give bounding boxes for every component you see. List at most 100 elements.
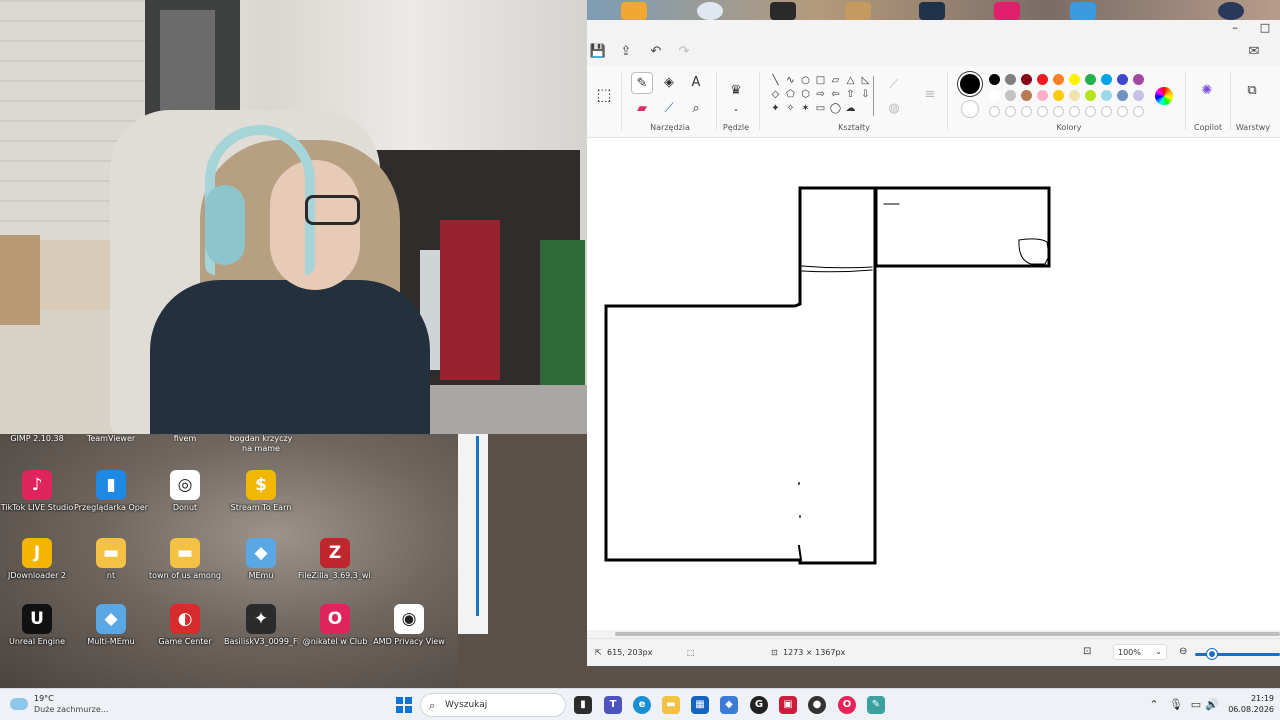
- custom-color-slot[interactable]: [1069, 106, 1080, 117]
- maximize-button[interactable]: □: [1255, 21, 1275, 34]
- color-swatch[interactable]: [989, 90, 1000, 101]
- desktop-shortcut[interactable]: ✦ BasiliskV3_0099_Fi...: [224, 604, 298, 647]
- color-swatch[interactable]: [1021, 90, 1032, 101]
- shape-tool-icon[interactable]: ∿: [784, 74, 797, 87]
- desktop-label-teamviewer[interactable]: TeamViewer: [74, 434, 148, 444]
- app-icon[interactable]: ▣: [779, 696, 797, 714]
- color-swatch[interactable]: [1101, 74, 1112, 85]
- custom-color-slot[interactable]: [1021, 106, 1032, 117]
- custom-color-slot[interactable]: [1101, 106, 1112, 117]
- store-icon[interactable]: ▦: [691, 696, 709, 714]
- shape-tool-icon[interactable]: ⬡: [799, 88, 812, 101]
- color-picker-icon[interactable]: ⟋: [658, 98, 680, 120]
- zoom-select[interactable]: 100% ⌄: [1113, 644, 1167, 660]
- text-icon[interactable]: A: [685, 72, 707, 94]
- color-swatch[interactable]: [1037, 90, 1048, 101]
- shapes-scrollbar[interactable]: [873, 76, 874, 116]
- teams-icon[interactable]: T: [604, 696, 622, 714]
- copilot-icon[interactable]: ✺: [1196, 80, 1218, 102]
- app-icon[interactable]: ◆: [720, 696, 738, 714]
- shape-tool-icon[interactable]: ⇨: [814, 88, 827, 101]
- shape-tool-icon[interactable]: ⬠: [784, 88, 797, 101]
- shape-tool-icon[interactable]: ▭: [814, 102, 827, 115]
- primary-color[interactable]: [960, 74, 980, 94]
- color-swatch[interactable]: [1069, 90, 1080, 101]
- edit-colors-icon[interactable]: [1155, 87, 1173, 105]
- color-swatch[interactable]: [1085, 90, 1096, 101]
- desktop-label-gimp[interactable]: GIMP 2.10.38: [0, 434, 74, 444]
- desktop-shortcut[interactable]: ◐ Game Center: [148, 604, 222, 647]
- app-icon[interactable]: ●: [808, 696, 826, 714]
- search-box[interactable]: ⌕ Wyszukaj: [420, 693, 566, 717]
- shape-tool-icon[interactable]: ▱: [829, 74, 842, 87]
- custom-color-slot[interactable]: [1133, 106, 1144, 117]
- shape-tool-icon[interactable]: ✦: [769, 102, 782, 115]
- opera-icon[interactable]: O: [838, 696, 856, 714]
- custom-color-slot[interactable]: [1117, 106, 1128, 117]
- desktop-shortcut[interactable]: ◆ Multi-MEmu: [74, 604, 148, 647]
- desktop-shortcut[interactable]: O @nikatel w Club: [298, 604, 372, 647]
- color-swatch[interactable]: [1085, 74, 1096, 85]
- custom-color-slot[interactable]: [1037, 106, 1048, 117]
- color-swatch[interactable]: [1005, 74, 1016, 85]
- edge-icon[interactable]: e: [633, 696, 651, 714]
- color-swatch[interactable]: [1069, 74, 1080, 85]
- drawing-canvas[interactable]: [587, 138, 1280, 634]
- shape-tool-icon[interactable]: △: [844, 74, 857, 87]
- shape-tool-icon[interactable]: □: [814, 74, 827, 87]
- desktop-shortcut[interactable]: ▬ nt: [74, 538, 148, 581]
- file-explorer-icon[interactable]: ▬: [662, 696, 680, 714]
- app-icon[interactable]: G: [750, 696, 768, 714]
- fill-icon[interactable]: ◈: [658, 72, 680, 94]
- share-icon[interactable]: ⇪: [615, 42, 637, 62]
- shape-tool-icon[interactable]: ☁: [844, 102, 857, 115]
- zoom-slider-thumb[interactable]: [1207, 649, 1217, 659]
- comment-icon[interactable]: ✉: [1243, 42, 1265, 62]
- volume-icon[interactable]: 🔊: [1204, 698, 1220, 711]
- paint-icon[interactable]: ✎: [867, 696, 885, 714]
- color-swatch[interactable]: [1133, 74, 1144, 85]
- desktop-shortcut[interactable]: Z FileZilla_3.69.3_wi...: [298, 538, 372, 581]
- custom-color-slot[interactable]: [1085, 106, 1096, 117]
- scrollbar-thumb[interactable]: [615, 632, 1280, 636]
- shape-tool-icon[interactable]: ○: [799, 74, 812, 87]
- desktop-label-fivem[interactable]: fivem: [148, 434, 222, 444]
- zoom-out-icon[interactable]: ⊖: [1179, 646, 1187, 657]
- save-icon[interactable]: 💾: [587, 42, 609, 62]
- desktop-shortcut[interactable]: ◉ AMD Privacy View: [372, 604, 446, 647]
- chevron-up-icon[interactable]: ⌃: [1146, 698, 1162, 711]
- eraser-icon[interactable]: ▰: [631, 98, 653, 120]
- desktop-shortcut[interactable]: J JDownloader 2: [0, 538, 74, 581]
- color-swatch[interactable]: [1117, 74, 1128, 85]
- desktop-shortcut[interactable]: U Unreal Engine: [0, 604, 74, 647]
- shape-fill-icon[interactable]: ◍: [883, 98, 905, 120]
- magnifier-icon[interactable]: ⌕: [685, 98, 707, 120]
- color-swatch[interactable]: [1053, 74, 1064, 85]
- color-swatch[interactable]: [1133, 90, 1144, 101]
- desktop-shortcut[interactable]: ◎ Donut: [148, 470, 222, 513]
- shape-tool-icon[interactable]: ╲: [769, 74, 782, 87]
- color-swatch[interactable]: [1101, 90, 1112, 101]
- custom-color-slot[interactable]: [989, 106, 1000, 117]
- shape-tool-icon[interactable]: ✶: [799, 102, 812, 115]
- selection-icon[interactable]: ⬚: [593, 84, 615, 106]
- shape-tool-icon[interactable]: ⇩: [859, 88, 872, 101]
- color-swatch[interactable]: [1005, 90, 1016, 101]
- fit-to-window-icon[interactable]: ⊡: [1083, 646, 1091, 657]
- task-view-icon[interactable]: ▮: [574, 696, 592, 714]
- shape-tool-icon[interactable]: ⇧: [844, 88, 857, 101]
- desktop-shortcut[interactable]: ♪ TikTok LIVE Studio: [0, 470, 74, 513]
- shape-tool-icon[interactable]: ✧: [784, 102, 797, 115]
- outline-icon[interactable]: ⟋: [883, 74, 905, 96]
- custom-color-slot[interactable]: [1053, 106, 1064, 117]
- secondary-color[interactable]: [961, 100, 979, 118]
- color-swatch[interactable]: [1037, 74, 1048, 85]
- desktop-shortcut[interactable]: $ Stream To Earn: [224, 470, 298, 513]
- pencil-icon[interactable]: ✎: [631, 72, 653, 94]
- microphone-icon[interactable]: 🎙: [1168, 698, 1184, 711]
- desktop-shortcut[interactable]: ◆ MEmu: [224, 538, 298, 581]
- network-icon[interactable]: ▭: [1188, 698, 1204, 711]
- desktop-label-bogdan[interactable]: bogdan krzyczy na mame: [224, 434, 298, 454]
- color-swatch[interactable]: [1021, 74, 1032, 85]
- color-swatch[interactable]: [1117, 90, 1128, 101]
